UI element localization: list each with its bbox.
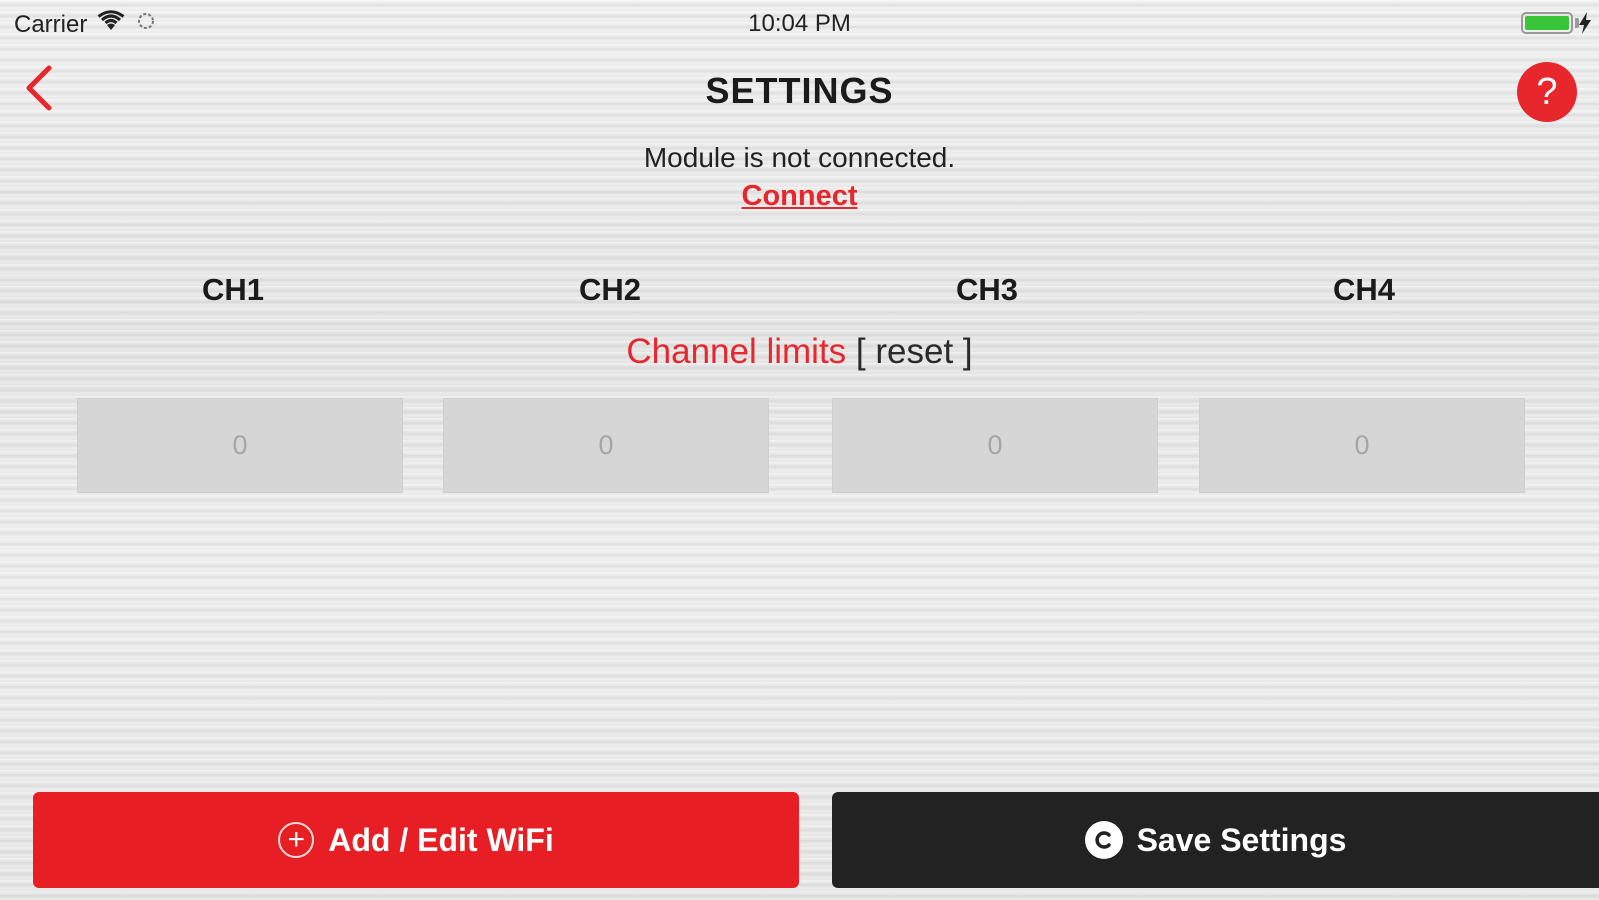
module-status-text: Module is not connected. [643,142,956,173]
battery-icon [1521,12,1573,34]
reset-link[interactable]: [ reset ] [856,332,973,371]
channel-header-ch2: CH2 [578,272,641,307]
limit-input-ch1[interactable]: 0 [77,398,403,493]
add-edit-wifi-button[interactable]: + Add / Edit WiFi [33,792,799,888]
battery-fill [1525,16,1569,30]
status-time: 10:04 PM [748,10,851,37]
save-circle-icon [1084,821,1123,859]
help-button[interactable]: ? [1517,62,1577,122]
page-title: SETTINGS [705,70,894,111]
channel-limits-label: Channel limits [626,332,847,371]
status-bar: Carrier 10:04 PM [0,0,1599,48]
channel-limits-row: Channel limits [ reset ] [0,332,1599,372]
channel-header-ch4: CH4 [1332,272,1395,307]
limit-input-ch2[interactable]: 0 [443,398,769,493]
connect-link[interactable]: Connect [0,180,1599,213]
limit-input-ch3[interactable]: 0 [832,398,1158,493]
charging-bolt-icon [1579,12,1591,40]
add-edit-wifi-label: Add / Edit WiFi [328,821,554,858]
channel-header-ch3: CH3 [955,272,1018,307]
save-settings-button[interactable]: Save Settings [832,792,1599,888]
plus-circle-icon: + [278,822,315,858]
limit-input-ch4[interactable]: 0 [1199,398,1525,493]
channel-header-ch1: CH1 [201,272,264,307]
channel-headers: CH1 CH2 CH3 CH4 [0,272,1599,312]
save-settings-label: Save Settings [1136,821,1347,858]
